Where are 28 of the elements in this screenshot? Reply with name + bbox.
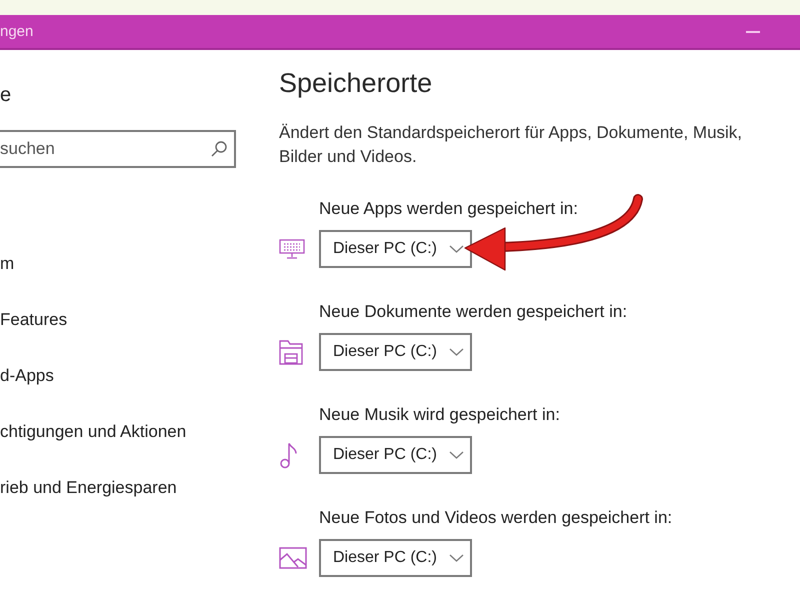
minimize-icon	[746, 30, 760, 32]
sidebar-item[interactable]: m	[0, 253, 14, 275]
search-field[interactable]: suchen	[0, 130, 236, 168]
page-description: Ändert den Standardspeicherort für Apps, Dokumente, Musik, Bilder und Videos.	[279, 122, 744, 168]
drive-dropdown[interactable]: Dieser PC (C:)	[319, 230, 472, 268]
drive-dropdown[interactable]: Dieser PC (C:)	[319, 333, 472, 371]
drive-dropdown[interactable]: Dieser PC (C:)	[319, 436, 472, 474]
chevron-down-icon	[449, 245, 464, 253]
sidebar-item[interactable]: d-Apps	[0, 365, 54, 387]
sidebar-item[interactable]: chtigungen und Aktionen	[0, 421, 186, 443]
drive-dropdown[interactable]: Dieser PC (C:)	[319, 539, 472, 577]
monitor-icon	[279, 239, 305, 259]
chevron-down-icon	[449, 451, 464, 459]
page-title: Speicherorte	[279, 67, 434, 100]
sidebar-item[interactable]: Features	[0, 309, 68, 331]
chevron-down-icon	[449, 348, 464, 356]
sidebar-item[interactable]: rieb und Energiesparen	[0, 477, 177, 499]
sidebar-heading: e	[0, 83, 12, 108]
location-label: Neue Apps werden gespeichert in:	[319, 198, 578, 220]
location-label: Neue Fotos und Videos werden gespeichert in:	[319, 507, 672, 529]
music-note-icon	[279, 442, 299, 468]
window-title: ngen	[0, 22, 34, 42]
chevron-down-icon	[449, 554, 464, 562]
search-icon	[211, 141, 227, 157]
picture-icon	[279, 547, 307, 569]
location-label: Neue Musik wird gespeichert in:	[319, 404, 560, 426]
location-label: Neue Dokumente werden gespeichert in:	[319, 301, 628, 323]
folder-icon	[279, 339, 303, 365]
